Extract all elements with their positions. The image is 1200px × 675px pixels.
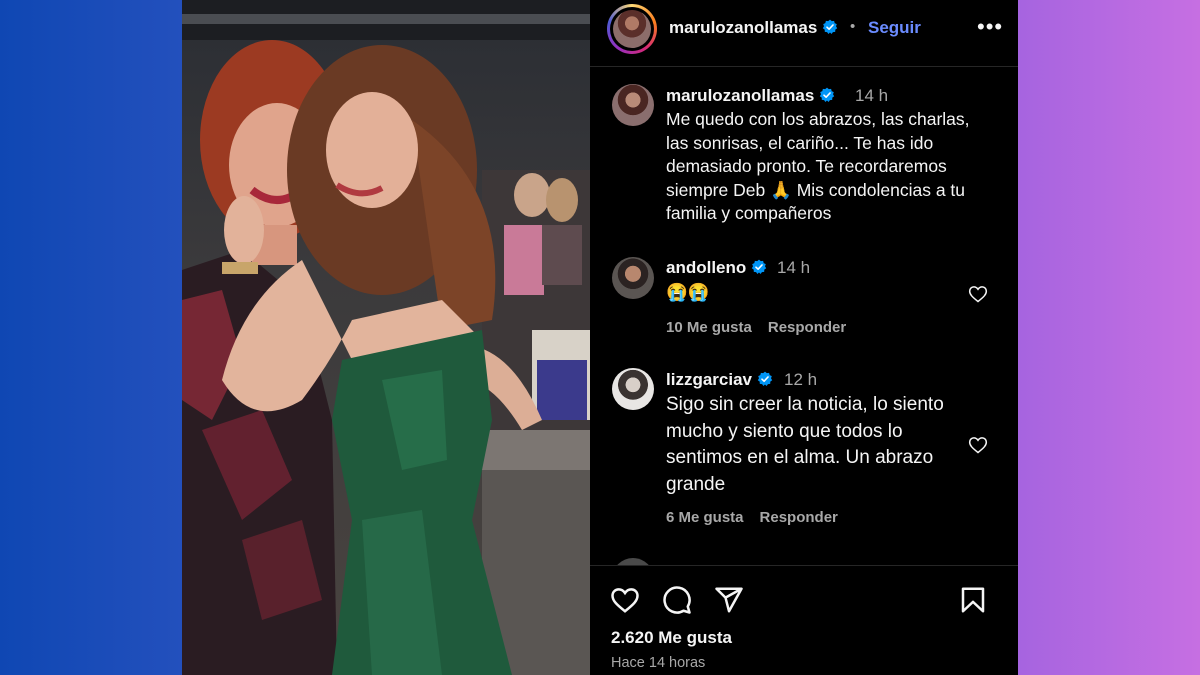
post-photo bbox=[182, 0, 590, 675]
more-options-icon[interactable]: ••• bbox=[977, 14, 1003, 40]
comment-likes[interactable]: 6 Me gusta bbox=[666, 509, 744, 526]
comment-meta: 10 Me gusta Responder bbox=[666, 319, 862, 336]
comment-username[interactable]: andolleno bbox=[666, 258, 767, 278]
caption-username[interactable]: marulozanollamas bbox=[666, 86, 835, 106]
instagram-post: marulozanollamas • Seguir ••• marulozano… bbox=[182, 0, 1018, 675]
comment-line: mucho y siento que todos lo bbox=[666, 420, 903, 442]
follow-button[interactable]: Seguir bbox=[868, 18, 921, 38]
author-avatar[interactable] bbox=[607, 4, 657, 54]
comment-time: 12 h bbox=[784, 370, 818, 389]
comment-line: sentimos en el alma. Un abrazo bbox=[666, 447, 934, 468]
post-photo-illustration bbox=[182, 0, 590, 675]
comment-text: 😭😭 bbox=[666, 281, 710, 305]
background-right bbox=[1018, 0, 1200, 675]
comment-meta: 6 Me gusta Responder bbox=[666, 509, 854, 526]
comments-panel: marulozanollamas • Seguir ••• marulozano… bbox=[590, 0, 1018, 675]
caption-username-text[interactable]: marulozanollamas bbox=[666, 86, 814, 105]
comments-list[interactable]: marulozanollamas 14 h Me quedo con los a… bbox=[590, 68, 1018, 565]
comment-username-text[interactable]: lizzgarciav bbox=[666, 370, 752, 389]
comment-text: Sigo sin creer la noticia, lo siento muc… bbox=[666, 392, 944, 498]
verified-badge-icon bbox=[751, 259, 767, 274]
heart-icon[interactable] bbox=[968, 284, 988, 304]
reply-button[interactable]: Responder bbox=[760, 509, 838, 526]
likes-count[interactable]: 2.620 Me gusta bbox=[611, 628, 732, 648]
caption-time: 14 h bbox=[855, 86, 889, 105]
comment-time: 14 h bbox=[777, 258, 811, 277]
post-header: marulozanollamas • Seguir ••• bbox=[590, 0, 1018, 67]
header-username-text[interactable]: marulozanollamas bbox=[669, 18, 817, 37]
heart-icon[interactable] bbox=[968, 435, 988, 455]
author-avatar-image bbox=[613, 10, 651, 48]
verified-badge-icon bbox=[819, 87, 835, 102]
reply-button[interactable]: Responder bbox=[768, 319, 846, 336]
header-separator: • bbox=[850, 18, 856, 35]
share-icon[interactable] bbox=[714, 585, 744, 615]
bookmark-icon[interactable] bbox=[958, 585, 988, 615]
comment-avatar-partial bbox=[612, 558, 654, 565]
background-left bbox=[0, 0, 182, 675]
comment-likes[interactable]: 10 Me gusta bbox=[666, 319, 752, 336]
comment-avatar[interactable] bbox=[612, 368, 654, 410]
post-actions: 2.620 Me gusta Hace 14 horas bbox=[590, 565, 1018, 675]
comment-line: 😭😭 bbox=[666, 282, 710, 302]
comment-username[interactable]: lizzgarciav bbox=[666, 370, 773, 390]
caption-line: demasiado pronto. Te recordaremos bbox=[666, 156, 947, 176]
caption-line: familia y compañeros bbox=[666, 203, 832, 223]
caption-line: las sonrisas, el cariño... Te has ido bbox=[666, 132, 934, 153]
caption-avatar[interactable] bbox=[612, 84, 654, 126]
verified-badge-icon bbox=[757, 371, 772, 386]
post-timestamp: Hace 14 horas bbox=[611, 655, 706, 671]
comment-username-text[interactable]: andolleno bbox=[666, 258, 746, 277]
caption-text: Me quedo con los abrazos, las charlas, l… bbox=[666, 108, 970, 226]
verified-badge-icon bbox=[822, 19, 838, 34]
header-username[interactable]: marulozanollamas bbox=[669, 18, 838, 38]
caption-line: Me quedo con los abrazos, las charlas, bbox=[666, 109, 970, 129]
heart-icon[interactable] bbox=[610, 585, 640, 615]
comment-icon[interactable] bbox=[662, 585, 692, 615]
comment-avatar[interactable] bbox=[612, 257, 654, 299]
comment-line: Sigo sin creer la noticia, lo siento bbox=[666, 394, 944, 415]
comment-line: grande bbox=[666, 473, 726, 495]
caption-line: siempre Deb 🙏 Mis condolencias a tu bbox=[666, 179, 966, 200]
